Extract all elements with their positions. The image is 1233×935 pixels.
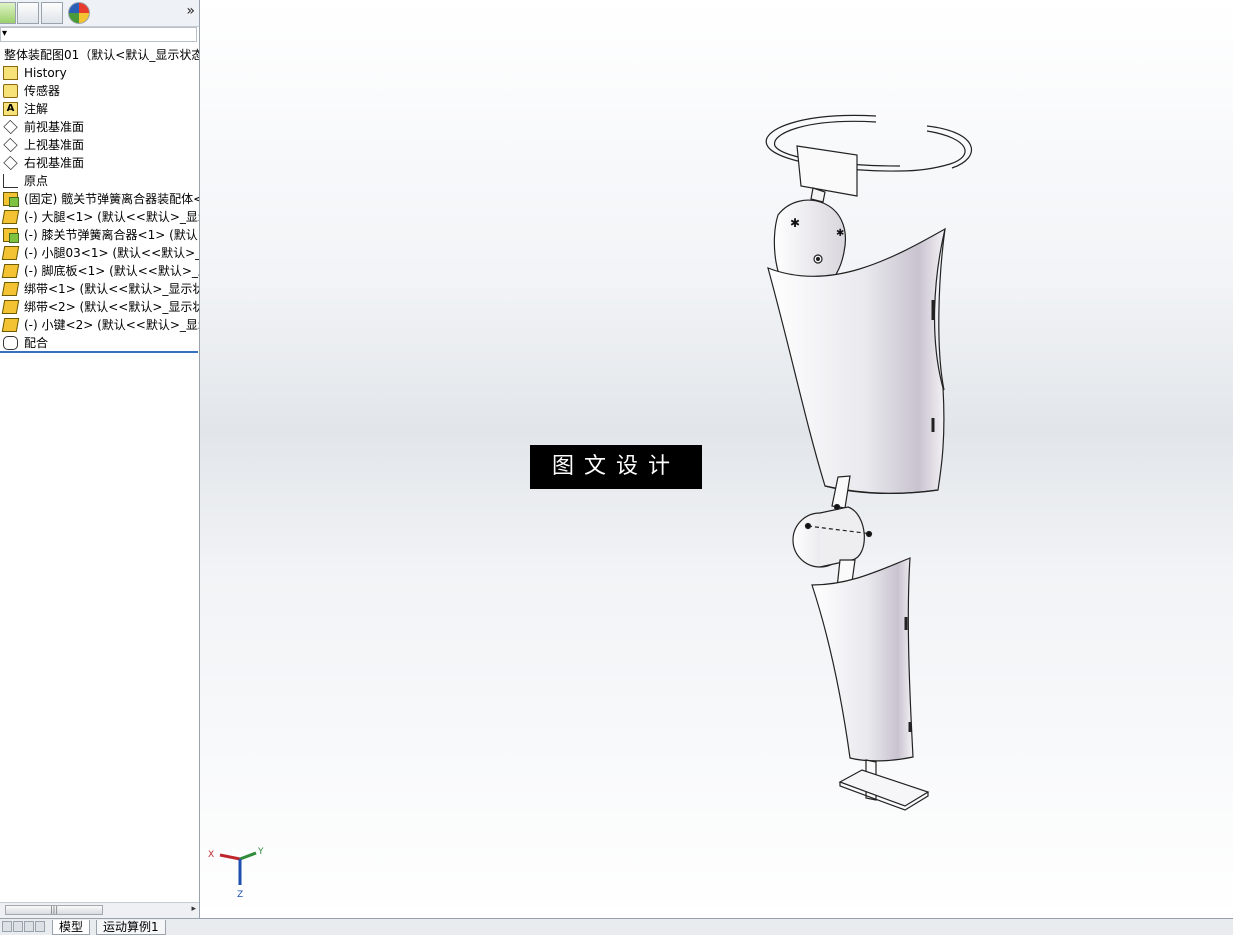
tree-root-assembly[interactable]: 整体装配图01（默认<默认_显示状态: [0, 46, 199, 64]
tree-item-label: (-) 大腿<1> (默认<<默认>_显示: [24, 210, 199, 224]
tree-item-label: (固定) 髋关节弹簧离合器装配体<: [24, 192, 199, 206]
display-manager-tab-icon[interactable]: [68, 2, 90, 24]
triad-y-axis: [239, 851, 257, 861]
origin-icon: [3, 174, 18, 188]
tree-item-shank[interactable]: (-) 小腿03<1> (默认<<默认>_显: [0, 244, 199, 262]
tree-item-strap-1[interactable]: 绑带<1> (默认<<默认>_显示状: [0, 280, 199, 298]
part-icon: [1, 210, 20, 224]
waist-bracket[interactable]: [796, 145, 858, 203]
feature-manager-panel: » ▾ 整体装配图01（默认<默认_显示状态 History 传感器 A 注解 …: [0, 0, 200, 918]
plane-icon: [3, 119, 18, 135]
tree-item-label: 绑带<1> (默认<<默认>_显示状: [24, 282, 199, 296]
shank-shell[interactable]: [811, 557, 914, 762]
graphics-viewport[interactable]: ✱ ✱ ✱: [200, 0, 1233, 918]
horizontal-scrollbar[interactable]: ||| ▸: [0, 902, 199, 918]
mates-icon: [3, 336, 18, 350]
scrollbar-thumb[interactable]: |||: [5, 905, 103, 915]
tree-item-label: (-) 脚底板<1> (默认<<默认>_显: [24, 264, 199, 278]
feature-manager-tab-icon[interactable]: [0, 2, 16, 24]
rollback-bar[interactable]: [0, 351, 198, 353]
tree-item-label: 上视基准面: [24, 138, 85, 152]
part-icon: [1, 264, 20, 278]
scroll-right-arrow-icon[interactable]: ▸: [191, 904, 196, 914]
more-tabs-chevron-icon[interactable]: »: [186, 3, 195, 19]
feature-tree: 整体装配图01（默认<默认_显示状态 History 传感器 A 注解 前视基准…: [0, 46, 199, 352]
last-tab-nav-icon[interactable]: [35, 921, 45, 932]
tree-item-label: History: [24, 66, 67, 80]
tree-item-label: (-) 小键<2> (默认<<默认>_显示: [24, 318, 199, 332]
tree-item-small-key[interactable]: (-) 小键<2> (默认<<默认>_显示: [0, 316, 199, 334]
triad-z-label: Z: [237, 890, 243, 900]
tree-item-hip-clutch-assembly[interactable]: (固定) 髋关节弹簧离合器装配体<: [0, 190, 199, 208]
tree-item-strap-2[interactable]: 绑带<2> (默认<<默认>_显示状: [0, 298, 199, 316]
tree-item-label: 前视基准面: [24, 120, 85, 134]
svg-text:✱: ✱: [790, 216, 800, 230]
leg-exoskeleton-model[interactable]: ✱ ✱ ✱: [200, 0, 1233, 918]
tree-item-top-plane[interactable]: 上视基准面: [0, 136, 199, 154]
foot-plate[interactable]: [838, 759, 930, 811]
subassembly-icon: [3, 192, 19, 207]
waist-ring[interactable]: [765, 114, 972, 172]
first-tab-nav-icon[interactable]: [2, 921, 12, 932]
tree-item-label: 配合: [24, 336, 49, 350]
triad-x-label: X: [208, 850, 214, 860]
tree-item-label: (-) 小腿03<1> (默认<<默认>_显: [24, 246, 199, 260]
tree-item-label: 右视基准面: [24, 156, 85, 170]
tree-item-sensors[interactable]: 传感器: [0, 82, 199, 100]
plane-icon: [3, 155, 18, 171]
sensors-folder-icon: [3, 84, 18, 98]
view-orientation-triad: X Y Z: [208, 847, 264, 900]
part-icon: [1, 282, 20, 296]
tree-item-right-plane[interactable]: 右视基准面: [0, 154, 199, 172]
tree-item-label: 绑带<2> (默认<<默认>_显示状: [24, 300, 199, 314]
prev-tab-nav-icon[interactable]: [13, 921, 23, 932]
tree-item-front-plane[interactable]: 前视基准面: [0, 118, 199, 136]
plane-icon: [3, 137, 18, 153]
bottom-tab-bar: 模型 运动算例1: [0, 918, 1233, 935]
tree-item-label: 原点: [24, 174, 49, 188]
filter-dropdown[interactable]: ▾: [0, 27, 197, 42]
tree-item-origin[interactable]: 原点: [0, 172, 199, 190]
tree-item-label: 传感器: [24, 84, 61, 98]
tree-item-knee-clutch[interactable]: (-) 膝关节弹簧离合器<1> (默认<: [0, 226, 199, 244]
tab-model[interactable]: 模型: [52, 920, 91, 935]
tree-item-label: (-) 膝关节弹簧离合器<1> (默认<: [24, 228, 199, 242]
tree-item-foot-plate[interactable]: (-) 脚底板<1> (默认<<默认>_显: [0, 262, 199, 280]
tree-item-thigh[interactable]: (-) 大腿<1> (默认<<默认>_显示: [0, 208, 199, 226]
tree-root-label: 整体装配图01（默认<默认_显示状态: [4, 48, 199, 62]
subassembly-icon: [3, 228, 19, 243]
svg-text:✱: ✱: [836, 228, 844, 239]
configuration-manager-tab-icon[interactable]: [41, 2, 63, 24]
knee-joint-disc[interactable]: [792, 503, 873, 568]
tree-item-label: 注解: [24, 102, 49, 116]
property-manager-tab-icon[interactable]: [17, 2, 39, 24]
part-icon: [1, 246, 20, 260]
tree-item-annotations[interactable]: A 注解: [0, 100, 199, 118]
watermark-label: 图文设计: [530, 445, 702, 489]
panel-toolbar: »: [0, 0, 199, 27]
tab-motion-study[interactable]: 运动算例1: [96, 920, 166, 935]
part-icon: [1, 318, 20, 332]
triad-y-label: Y: [257, 847, 264, 857]
next-tab-nav-icon[interactable]: [24, 921, 34, 932]
triad-x-axis: [219, 853, 241, 861]
annotations-folder-icon: A: [3, 102, 18, 116]
tree-item-history[interactable]: History: [0, 64, 199, 82]
tree-item-mates[interactable]: 配合: [0, 334, 199, 352]
history-folder-icon: [3, 66, 18, 80]
part-icon: [1, 300, 20, 314]
